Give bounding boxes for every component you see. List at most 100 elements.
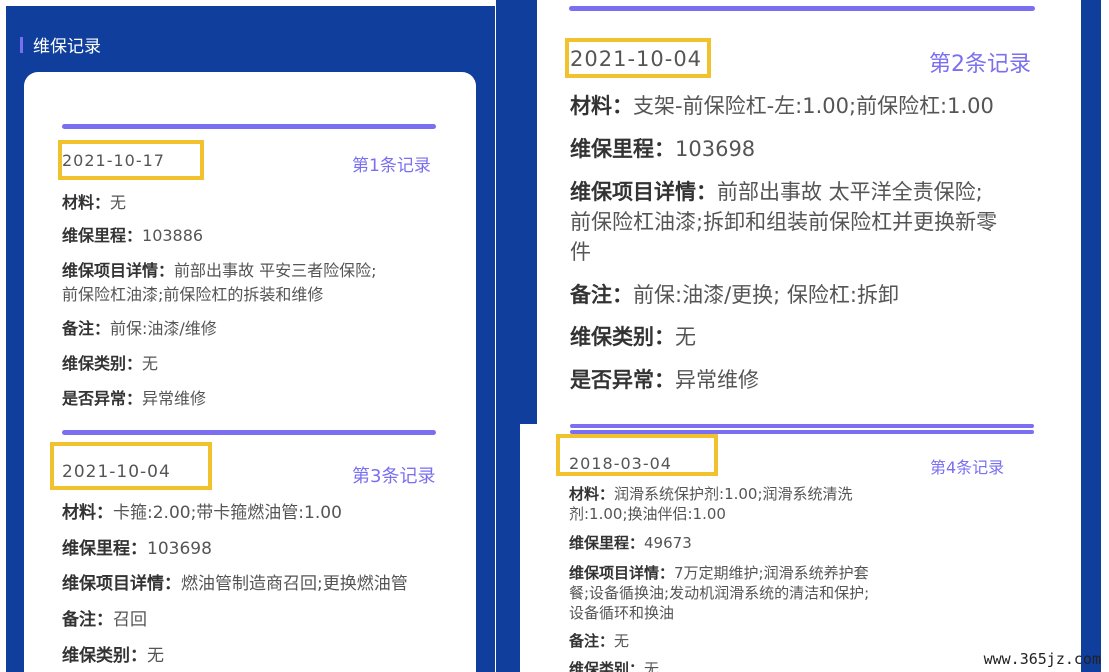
- category-label: 维保类别：: [62, 354, 143, 373]
- detail-value-line1: 前部出事故 太平洋全责保险;: [717, 180, 983, 204]
- material-value: 无: [110, 193, 127, 212]
- remark-row: 备注：无: [569, 630, 629, 651]
- abnormal-row: 是否异常：异常维修: [62, 385, 206, 409]
- record-panel-1: 维保记录 2021-10-17 第1条记录 材料：无 维保里程：103886 维…: [6, 6, 495, 424]
- material-value-line2: 剂:1.00;换油伴侣:1.00: [569, 505, 726, 523]
- mileage-label: 维保里程：: [62, 539, 147, 559]
- record-index-label: 第2条记录: [929, 52, 1031, 77]
- mileage-value: 103698: [675, 137, 756, 161]
- material-value: 卡箍:2.00;带卡箍燃油管:1.00: [113, 503, 342, 523]
- abnormal-row: 是否异常：异常维修: [570, 364, 759, 394]
- detail-label: 维保项目详情：: [62, 574, 181, 594]
- remark-value: 无: [614, 632, 630, 650]
- panel-edge: [496, 0, 537, 424]
- category-value: 无: [675, 325, 696, 349]
- category-label: 维保类别：: [62, 646, 147, 666]
- record-panel-3: 2021-10-04 第3条记录 材料：卡箍:2.00;带卡箍燃油管:1.00 …: [6, 424, 495, 672]
- category-value: 无: [644, 660, 660, 672]
- panel-edge: [1079, 424, 1101, 672]
- record-panel-2: 2021-10-04 第2条记录 材料：支架-前保险杠-左:1.00;前保险杠:…: [496, 0, 1101, 424]
- abnormal-label: 是否异常：: [570, 368, 675, 392]
- detail-row: 维保项目详情：7万定期维护;润滑系统养护套: [569, 562, 869, 583]
- material-value-line1: 润滑系统保护剂:1.00;润滑系统清洗: [614, 485, 853, 503]
- record-card-1: 2021-10-17 第1条记录 材料：无 维保里程：103886 维保项目详情…: [24, 72, 476, 424]
- record-index-label: 第1条记录: [352, 156, 431, 176]
- mileage-value: 103886: [142, 226, 204, 245]
- record-date: 2021-10-17: [62, 151, 165, 170]
- mileage-row: 维保里程：103698: [62, 534, 212, 559]
- material-label: 材料：: [62, 503, 113, 523]
- remark-label: 备注：: [570, 283, 633, 307]
- material-value: 支架-前保险杠-左:1.00;前保险杠:1.00: [633, 94, 994, 118]
- record-card-4: 2018-03-04 第4条记录 材料：润滑系统保护剂:1.00;润滑系统清洗 …: [520, 424, 1081, 672]
- section-title-text: 维保记录: [33, 37, 101, 57]
- mileage-row: 维保里程：103886: [62, 222, 203, 246]
- mileage-label: 维保里程：: [569, 534, 645, 552]
- detail-row: 维保项目详情：燃油管制造商召回;更换燃油管: [62, 569, 408, 594]
- record-card-2: 2021-10-04 第2条记录 材料：支架-前保险杠-左:1.00;前保险杠:…: [537, 0, 1081, 424]
- detail-row: 维保项目详情：前部出事故 太平洋全责保险;: [570, 176, 983, 206]
- detail-value-line2: 餐;设备循换油;发动机润滑系统的清洁和保护;: [569, 584, 870, 602]
- detail-value-line3: 件: [570, 240, 591, 264]
- remark-row: 备注：前保:油漆/更换; 保险杠:拆卸: [570, 279, 899, 309]
- section-title: 维保记录: [20, 32, 101, 57]
- record-index-label: 第3条记录: [352, 466, 436, 487]
- record-panel-4: 2018-03-04 第4条记录 材料：润滑系统保护剂:1.00;润滑系统清洗 …: [496, 424, 1101, 672]
- material-row: 材料：润滑系统保护剂:1.00;润滑系统清洗: [569, 483, 853, 504]
- detail-label: 维保项目详情：: [62, 261, 175, 280]
- detail-label: 维保项目详情：: [569, 564, 675, 582]
- mileage-row: 维保里程：103698: [570, 133, 755, 163]
- remark-row: 备注：召回: [62, 605, 147, 630]
- section-title-bar: [20, 36, 23, 53]
- category-row: 维保类别：无: [62, 350, 158, 374]
- mileage-label: 维保里程：: [62, 226, 143, 245]
- record-date: 2021-10-04: [62, 462, 171, 482]
- card-divider: [62, 124, 436, 129]
- mileage-value: 49673: [644, 534, 692, 552]
- category-value: 无: [142, 354, 159, 373]
- category-value: 无: [147, 646, 164, 666]
- abnormal-value: 异常维修: [675, 368, 759, 392]
- watermark: www.365jz.com: [983, 650, 1101, 668]
- remark-label: 备注：: [62, 610, 113, 630]
- detail-value-line2: 前保险杠油漆;拆卸和组装前保险杠并更换新零: [570, 210, 998, 234]
- record-date: 2021-10-04: [570, 47, 703, 71]
- material-row: 材料：无: [62, 189, 126, 213]
- abnormal-label: 是否异常：: [62, 389, 143, 408]
- abnormal-value: 异常维修: [142, 389, 207, 408]
- panel-edge: [496, 424, 520, 672]
- record-index-label: 第4条记录: [930, 458, 1005, 477]
- card-divider: [570, 424, 1034, 428]
- detail-value-line1: 7万定期维护;润滑系统养护套: [674, 564, 869, 582]
- detail-label: 维保项目详情：: [570, 180, 717, 204]
- category-label: 维保类别：: [570, 325, 675, 349]
- material-label: 材料：: [62, 193, 111, 212]
- mileage-label: 维保里程：: [570, 137, 675, 161]
- material-row: 材料：支架-前保险杠-左:1.00;前保险杠:1.00: [570, 90, 994, 120]
- category-label: 维保类别：: [569, 660, 645, 672]
- detail-value-line2: 前保险杠油漆;前保险杠的拆装和维修: [62, 285, 324, 304]
- remark-row: 备注：前保:油漆/维修: [62, 315, 217, 339]
- remark-label: 备注：: [569, 632, 615, 650]
- record-date: 2018-03-04: [569, 454, 672, 473]
- panel-edge: [1079, 0, 1101, 424]
- material-row: 材料：卡箍:2.00;带卡箍燃油管:1.00: [62, 498, 342, 523]
- detail-value-line1: 前部出事故 平安三者险保险;: [174, 261, 377, 280]
- card-divider: [569, 6, 1035, 11]
- remark-value: 前保:油漆/更换; 保险杠:拆卸: [633, 283, 899, 307]
- mileage-value: 103698: [147, 539, 212, 559]
- category-row: 维保类别：无: [570, 321, 696, 351]
- material-label: 材料：: [570, 94, 633, 118]
- category-row: 维保类别：无: [62, 641, 164, 666]
- card-divider: [62, 430, 436, 435]
- category-row: 维保类别：无: [569, 658, 659, 672]
- detail-row: 维保项目详情：前部出事故 平安三者险保险;: [62, 257, 377, 281]
- remark-label: 备注：: [62, 319, 111, 338]
- detail-value-line1: 燃油管制造商召回;更换燃油管: [181, 574, 408, 594]
- mileage-row: 维保里程：49673: [569, 532, 692, 553]
- record-card-3: 2021-10-04 第3条记录 材料：卡箍:2.00;带卡箍燃油管:1.00 …: [24, 424, 476, 672]
- material-label: 材料：: [569, 485, 615, 503]
- remark-value: 召回: [113, 610, 147, 630]
- detail-value-line3: 设备循环和换油: [569, 604, 675, 622]
- remark-value: 前保:油漆/维修: [110, 319, 217, 338]
